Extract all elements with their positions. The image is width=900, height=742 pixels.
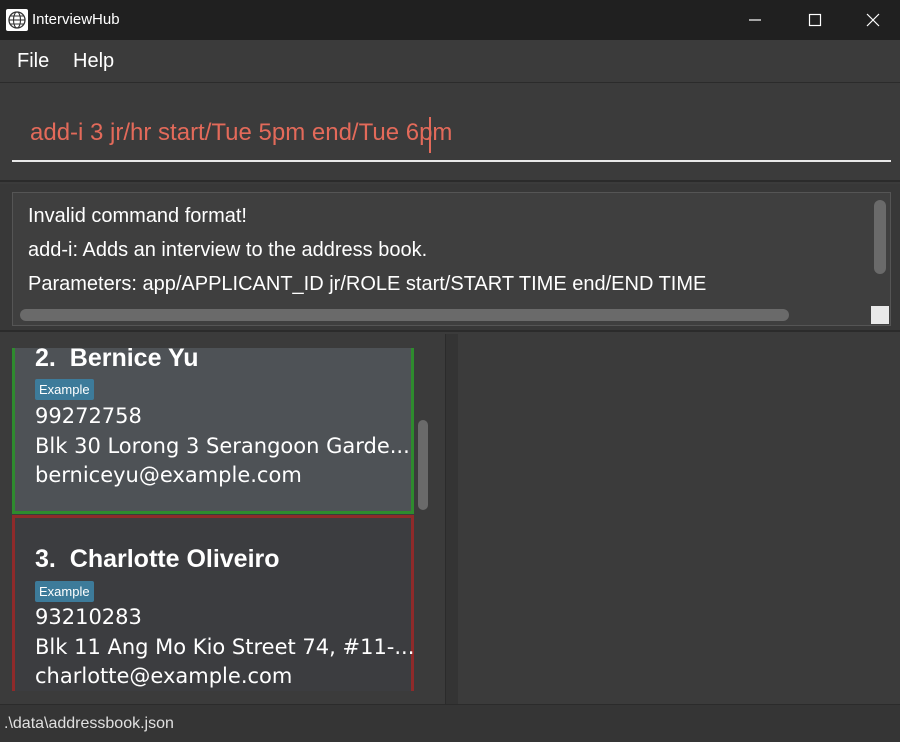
command-input[interactable] — [12, 106, 891, 162]
person-name: 2. Bernice Yu — [35, 344, 199, 372]
maximize-icon — [808, 13, 822, 27]
person-address: Blk 11 Ang Mo Kio Street 74, #11-... — [35, 635, 415, 659]
person-card[interactable]: 2. Bernice Yu Example 99272758 Blk 30 Lo… — [12, 344, 414, 514]
scroll-corner — [871, 306, 889, 324]
pane-divider[interactable] — [446, 334, 458, 704]
result-display: Invalid command format! add-i: Adds an i… — [0, 184, 900, 332]
person-email: berniceyu@example.com — [35, 463, 302, 487]
person-address: Blk 30 Lorong 3 Serangoon Garde... — [35, 434, 410, 458]
close-button[interactable] — [843, 0, 900, 40]
close-icon — [866, 13, 880, 27]
text-caret — [429, 117, 431, 153]
person-phone: 99272758 — [35, 404, 142, 428]
result-horizontal-scrollbar[interactable] — [20, 309, 789, 321]
person-list-panel: 2. Bernice Yu Example 99272758 Blk 30 Lo… — [0, 334, 446, 704]
menu-bar: File Help — [0, 40, 900, 83]
person-email: charlotte@example.com — [35, 664, 293, 688]
person-name: 3. Charlotte Oliveiro — [35, 545, 280, 573]
tag-badge: Example — [35, 581, 94, 602]
result-vertical-scrollbar[interactable] — [874, 200, 886, 274]
menu-help[interactable]: Help — [73, 50, 114, 73]
save-location: .\data\addressbook.json — [4, 715, 174, 732]
person-phone: 93210283 — [35, 605, 142, 629]
result-line: Invalid command format! — [28, 205, 247, 227]
globe-icon — [6, 9, 28, 31]
list-scrollbar[interactable] — [418, 420, 428, 510]
status-bar: .\data\addressbook.json — [0, 704, 900, 742]
minimize-icon — [749, 19, 761, 21]
window-title: InterviewHub — [32, 11, 120, 28]
maximize-button[interactable] — [785, 0, 845, 40]
tag-badge: Example — [35, 379, 94, 400]
detail-panel — [458, 334, 900, 704]
result-line: add-i: Adds an interview to the address … — [28, 239, 428, 261]
menu-file[interactable]: File — [17, 50, 49, 73]
person-card[interactable]: 3. Charlotte Oliveiro Example 93210283 B… — [12, 515, 414, 691]
result-text-area[interactable]: Invalid command format! add-i: Adds an i… — [12, 192, 891, 326]
result-line: Parameters: app/APPLICANT_ID jr/ROLE sta… — [28, 273, 707, 295]
minimize-button[interactable] — [725, 0, 785, 40]
title-bar: InterviewHub — [0, 0, 900, 40]
command-box — [0, 84, 900, 182]
